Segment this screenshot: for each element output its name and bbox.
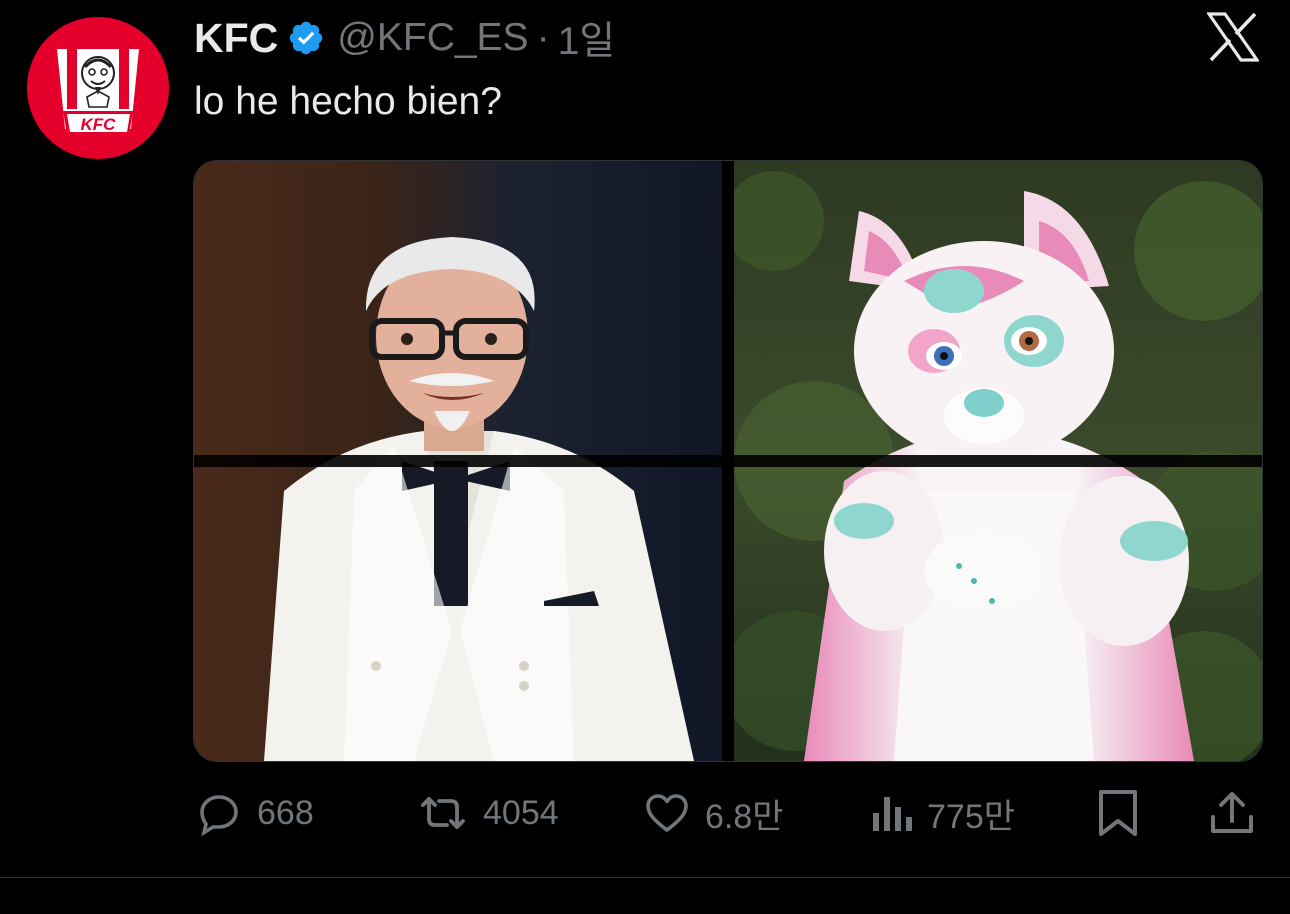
bookmark-button[interactable] — [1097, 786, 1153, 840]
avatar-logo-text: KFC — [81, 115, 117, 134]
share-icon — [1209, 789, 1255, 837]
like-count: 6.8만 — [705, 797, 784, 836]
repost-icon — [417, 789, 469, 837]
separator-dot: · — [536, 16, 550, 59]
bottom-divider — [0, 877, 1290, 878]
tweet-media[interactable] — [193, 160, 1263, 762]
reply-count: 668 — [257, 793, 314, 832]
repost-button[interactable]: 4054 — [417, 786, 559, 840]
bookmark-icon — [1097, 788, 1139, 838]
tweet-text: lo he hecho bien? — [194, 80, 502, 123]
repost-count: 4054 — [483, 793, 559, 832]
views-button[interactable]: 775만 — [871, 786, 1015, 840]
tweet-header: KFC @KFC_ES · 1일 — [194, 12, 615, 64]
views-count: 775만 — [927, 797, 1016, 836]
share-button[interactable] — [1209, 786, 1269, 840]
heart-icon — [643, 789, 691, 837]
tweet-actions: 668 4054 6.8만 775만 — [195, 786, 1265, 840]
tweet-timestamp[interactable]: 1일 — [558, 10, 616, 66]
author-handle[interactable]: @KFC_ES — [337, 16, 528, 60]
avatar[interactable]: KFC — [27, 17, 169, 159]
views-icon — [871, 789, 913, 837]
like-button[interactable]: 6.8만 — [643, 786, 784, 840]
kfc-logo: KFC — [27, 17, 169, 159]
verified-badge-icon — [287, 19, 325, 57]
reply-icon — [195, 789, 243, 837]
reply-button[interactable]: 668 — [195, 786, 314, 840]
author-display-name[interactable]: KFC — [194, 15, 278, 62]
tweet: KFC KFC @KFC_ES · 1일 lo he hecho bien? 6… — [0, 0, 1290, 914]
x-logo-icon[interactable] — [1205, 12, 1261, 62]
